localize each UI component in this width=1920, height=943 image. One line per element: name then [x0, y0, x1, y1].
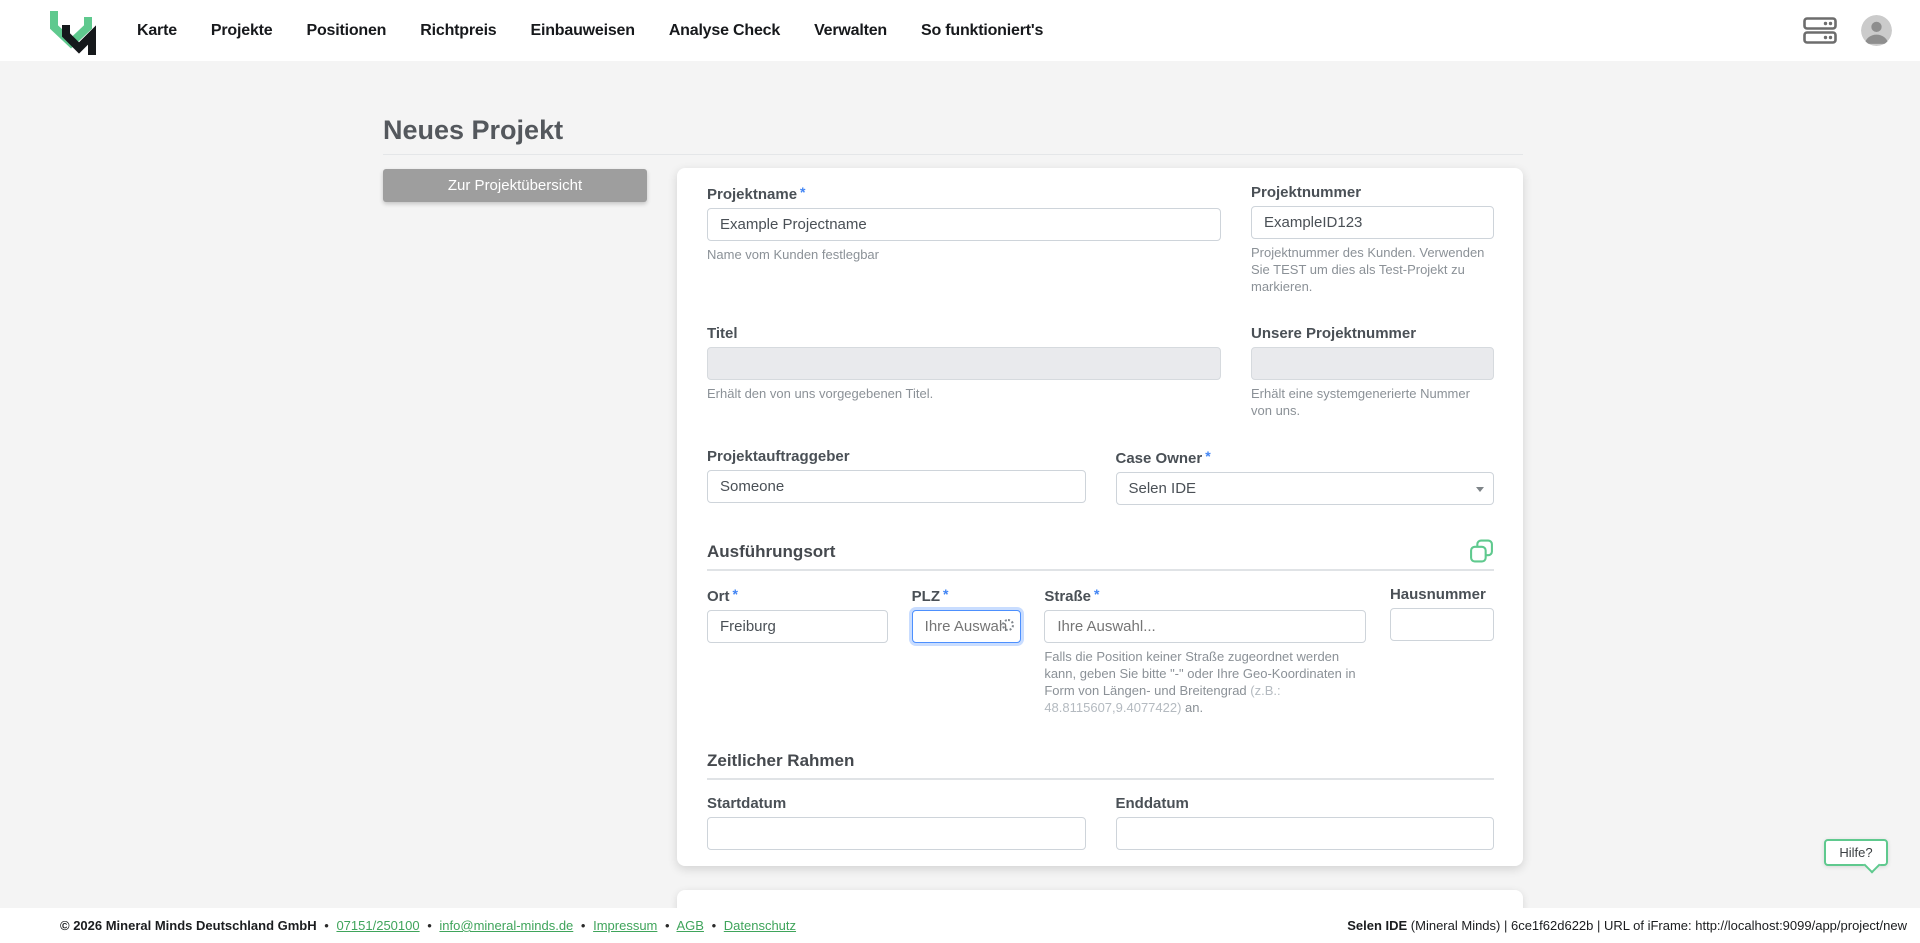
required-marker: * [1094, 586, 1100, 602]
nav-item-richtpreis[interactable]: Richtpreis [403, 22, 513, 40]
field-ort: Ort * [707, 586, 888, 716]
form-row-name-number: Projektname* Name vom Kunden festlegbar … [707, 184, 1494, 295]
caret-down-icon [1476, 487, 1484, 492]
page-title: Neues Projekt [383, 115, 564, 145]
nav-item-karte[interactable]: Karte [120, 22, 194, 40]
user-avatar-icon[interactable] [1861, 15, 1892, 46]
nav-item-analyse-check[interactable]: Analyse Check [652, 22, 797, 40]
spinner-icon [1001, 618, 1014, 631]
field-startdatum: Startdatum [707, 795, 1086, 850]
projektauftraggeber-label: Projektauftraggeber [707, 448, 850, 465]
ort-label: Ort * [707, 586, 738, 605]
nav-item-einbauweisen[interactable]: Einbauweisen [514, 22, 652, 40]
field-titel: Titel Erhält den von uns vorgegebenen Ti… [707, 325, 1221, 419]
form-row-ort-plz-strasse: Ort* PLZ* Straße* Falls die Position kei… [707, 586, 1494, 716]
nav-item-positionen[interactable]: Positionen [289, 22, 403, 40]
unsere-projektnummer-hint: Erhält eine systemgenerierte Nummer von … [1251, 386, 1470, 418]
unsere-projektnummer-label: Unsere Projektnummer [1251, 325, 1417, 342]
footer: © 2026 Mineral Minds Deutschland GmbH • … [0, 908, 1920, 943]
enddatum-input[interactable] [1115, 817, 1494, 850]
new-project-form-card: Projektname* Name vom Kunden festlegbar … [677, 168, 1523, 866]
footer-copyright: © 2026 Mineral Minds Deutschland GmbH [60, 918, 317, 933]
section-zeitlicher-rahmen: Zeitlicher Rahmen [707, 749, 1494, 780]
footer-left: © 2026 Mineral Minds Deutschland GmbH • … [60, 918, 797, 933]
projektname-label: Projektname * [707, 184, 806, 203]
strasse-label: Straße * [1044, 586, 1100, 605]
project-overview-button[interactable]: Zur Projektübersicht [383, 169, 647, 202]
nav-right-icons [1803, 15, 1892, 46]
field-enddatum: Enddatum [1115, 795, 1494, 850]
main-menu: Karte Projekte Positionen Richtpreis Ein… [120, 22, 1060, 40]
required-marker: * [1205, 448, 1211, 464]
ausfuehrungsort-heading: Ausführungsort [707, 541, 836, 561]
footer-session-info: Selen IDE (Mineral Minds) | 6ce1f62d622b… [1347, 918, 1907, 933]
zeitlicher-rahmen-heading: Zeitlicher Rahmen [707, 751, 855, 770]
duplicate-icon[interactable] [1469, 539, 1494, 564]
unsere-projektnummer-input [1251, 347, 1494, 380]
case-owner-label: Case Owner * [1115, 448, 1211, 467]
titel-label: Titel [707, 325, 738, 342]
required-marker: * [800, 184, 806, 200]
footer-link-agb[interactable]: AGB [676, 918, 703, 933]
plz-label: PLZ * [911, 586, 949, 605]
top-navigation: Karte Projekte Positionen Richtpreis Ein… [0, 0, 1920, 61]
nav-item-projekte[interactable]: Projekte [194, 22, 290, 40]
startdatum-input[interactable] [707, 817, 1086, 850]
hausnummer-label: Hausnummer [1389, 586, 1486, 603]
server-stack-icon[interactable] [1803, 17, 1837, 44]
strasse-input[interactable] [1044, 610, 1367, 643]
footer-user-name: Selen IDE [1347, 918, 1408, 933]
startdatum-label: Startdatum [707, 795, 787, 812]
nav-item-so-funktionierts[interactable]: So funktioniert's [904, 22, 1060, 40]
hausnummer-input[interactable] [1389, 608, 1494, 641]
projektname-hint: Name vom Kunden festlegbar [707, 247, 879, 262]
case-owner-select[interactable]: Selen IDE [1115, 472, 1494, 505]
footer-link-datenschutz[interactable]: Datenschutz [724, 918, 796, 933]
mineral-minds-logo-icon[interactable] [44, 5, 100, 57]
footer-link-impressum[interactable]: Impressum [593, 918, 657, 933]
section-ausfuehrungsort: Ausführungsort [707, 539, 1494, 571]
titel-hint: Erhält den von uns vorgegebenen Titel. [707, 386, 934, 401]
footer-session-details: (Mineral Minds) | 6ce1f62d622b | URL of … [1407, 918, 1907, 933]
field-case-owner: Case Owner * Selen IDE [1115, 448, 1494, 505]
titel-input [707, 347, 1221, 380]
field-hausnummer: Hausnummer [1389, 586, 1494, 716]
case-owner-selected-value: Selen IDE [1128, 480, 1197, 497]
field-projektauftraggeber: Projektauftraggeber [707, 448, 1086, 505]
projektname-input[interactable] [707, 208, 1221, 241]
form-row-dates: Startdatum Enddatum [707, 795, 1494, 850]
projektnummer-input[interactable] [1251, 206, 1494, 239]
projektauftraggeber-input[interactable] [707, 470, 1086, 503]
field-projektname: Projektname* Name vom Kunden festlegbar [707, 184, 1221, 295]
help-button[interactable]: Hilfe? [1824, 839, 1888, 866]
required-marker: * [943, 586, 949, 602]
form-row-titel: Titel Erhält den von uns vorgegebenen Ti… [707, 325, 1494, 419]
nav-item-verwalten[interactable]: Verwalten [797, 22, 904, 40]
footer-link-email[interactable]: info@mineral-minds.de [439, 918, 573, 933]
footer-link-phone[interactable]: 07151/250100 [336, 918, 419, 933]
projektnummer-label: Projektnummer [1251, 184, 1362, 201]
enddatum-label: Enddatum [1115, 795, 1189, 812]
field-unsere-projektnummer: Unsere Projektnummer Erhält eine systemg… [1251, 325, 1494, 419]
field-strasse: Straße* Falls die Position keiner Straße… [1044, 586, 1367, 716]
required-marker: * [732, 586, 738, 602]
ort-input[interactable] [707, 610, 888, 643]
projektnummer-hint: Projektnummer des Kunden. Verwenden Sie … [1251, 245, 1485, 294]
form-row-auftraggeber-owner: Projektauftraggeber Case Owner* Selen ID… [707, 448, 1494, 505]
field-projektnummer: Projektnummer Projektnummer des Kunden. … [1251, 184, 1494, 295]
field-plz: PLZ * [911, 586, 1021, 716]
strasse-hint: Falls die Position keiner Straße zugeord… [1044, 649, 1356, 715]
title-divider [383, 154, 1523, 155]
